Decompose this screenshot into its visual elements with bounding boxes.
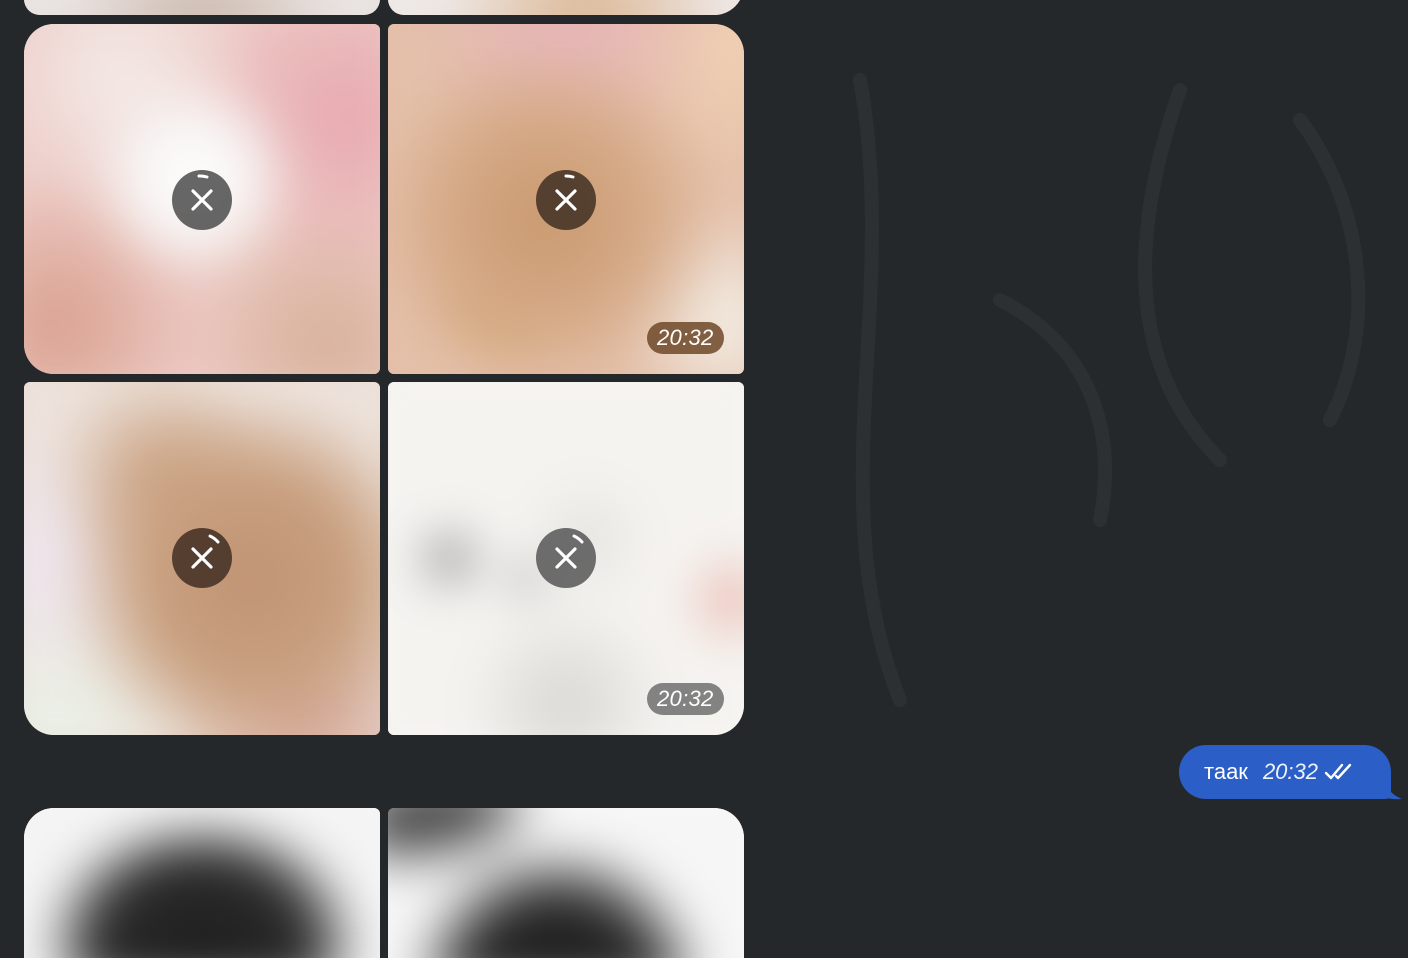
- cancel-download-button[interactable]: [536, 528, 596, 588]
- loading-progress-icon: [564, 174, 575, 179]
- loading-progress-icon: [572, 534, 584, 544]
- photo-time-badge: 20:32: [647, 322, 724, 354]
- cancel-download-button[interactable]: [536, 170, 596, 230]
- double-check-icon: [1324, 762, 1356, 782]
- cancel-download-button[interactable]: [172, 528, 232, 588]
- photo-tile-partial[interactable]: [24, 0, 380, 15]
- message-time: 20:32: [1262, 759, 1318, 784]
- cancel-download-button[interactable]: [172, 170, 232, 230]
- outgoing-message-bubble[interactable]: таак 20:32: [1179, 745, 1391, 799]
- photo-tile-partial[interactable]: [388, 808, 744, 958]
- loading-progress-icon: [197, 174, 209, 179]
- photo-tile-partial[interactable]: [388, 0, 744, 15]
- photo-time-badge: 20:32: [647, 683, 724, 715]
- message-text: таак: [1204, 759, 1248, 784]
- photo-tile-partial[interactable]: [24, 808, 380, 958]
- loading-progress-icon: [208, 534, 220, 544]
